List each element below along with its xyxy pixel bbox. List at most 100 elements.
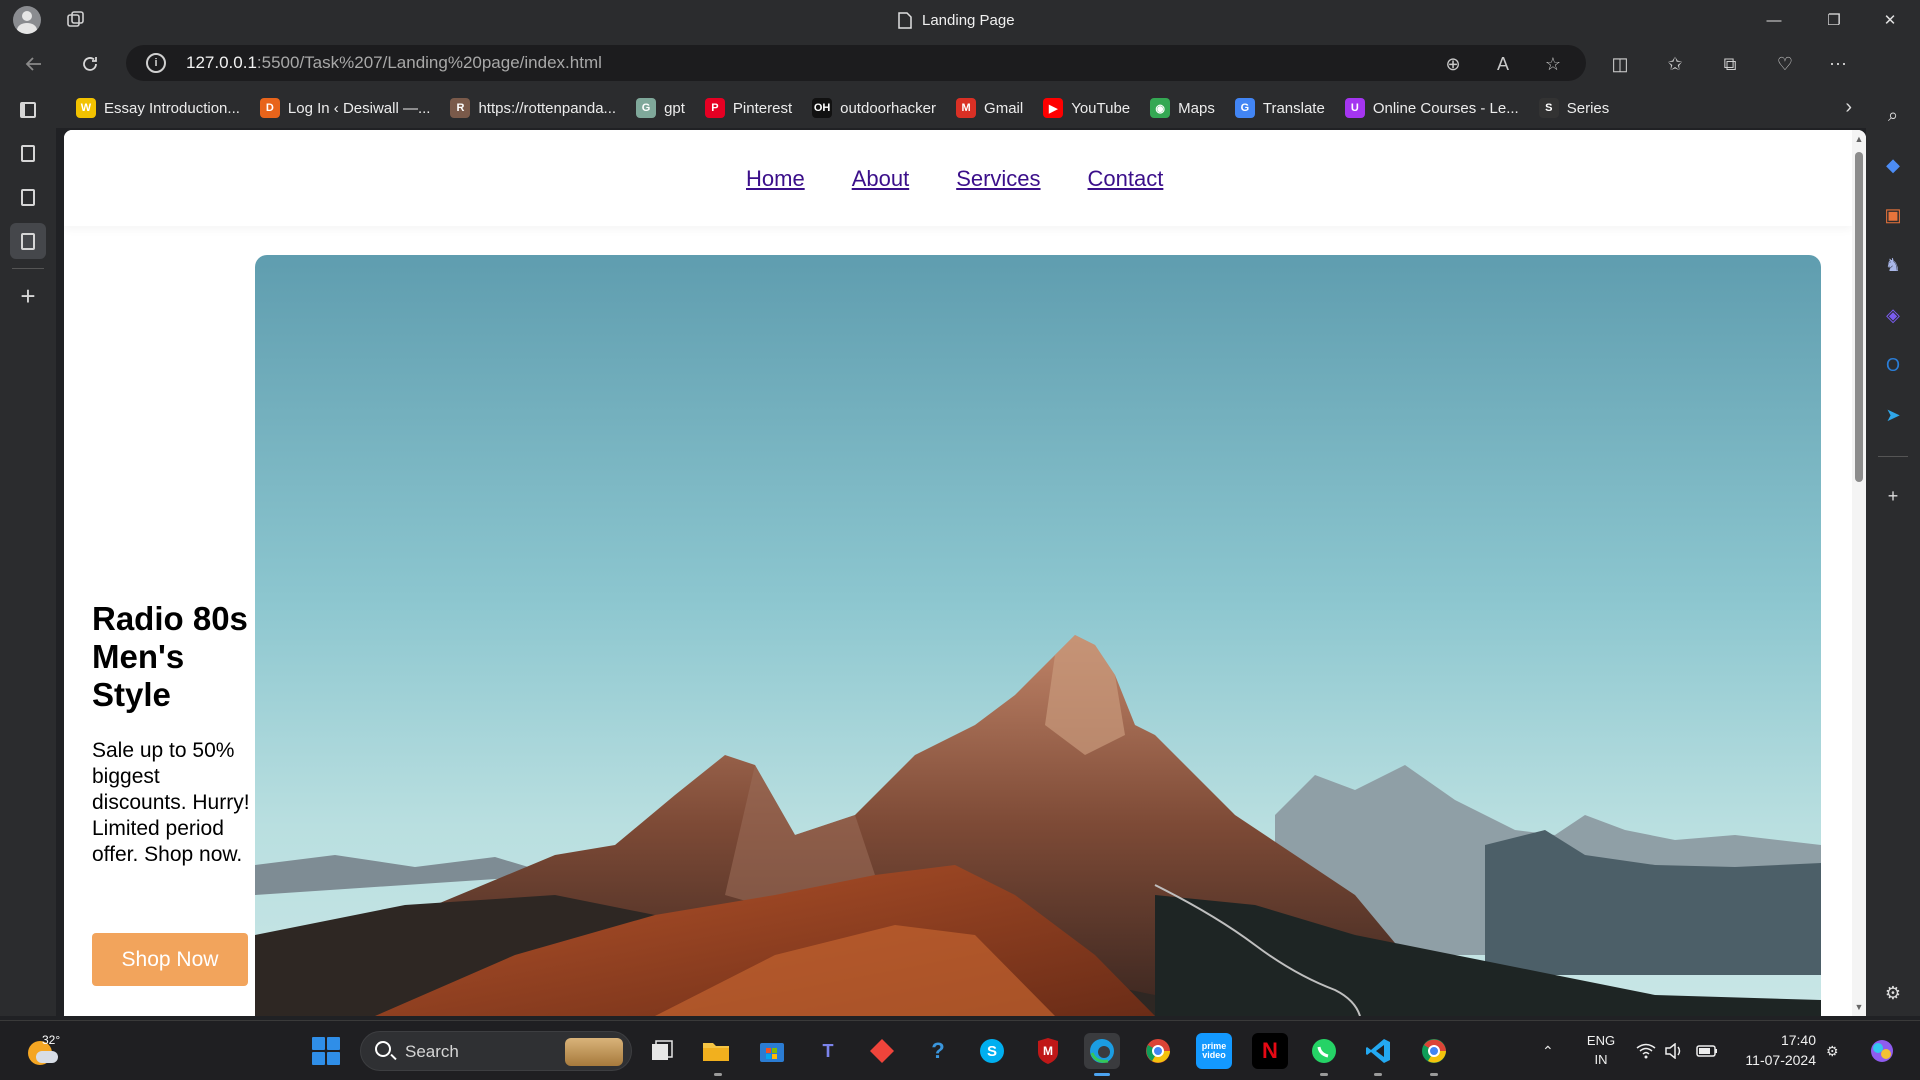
tab-1[interactable] [10,135,46,171]
read-aloud-icon[interactable]: A [1492,53,1514,75]
bookmark-item[interactable]: ◉ Maps [1150,98,1215,118]
bookmarks-bar: W Essay Introduction... D Log In ‹ Desiwall… [56,88,1866,128]
page-icon [21,232,35,250]
restore-button[interactable]: ❐ [1804,0,1864,40]
volume-icon[interactable] [1664,1021,1684,1080]
refresh-icon [83,57,97,71]
more-menu-icon[interactable]: ⋯ [1826,52,1850,76]
url-text[interactable]: 127.0.0.1:5500/Task%207/Landing%20page/i… [186,45,602,81]
bookmark-favicon-icon: ◉ [1150,98,1171,118]
bookmark-label: Online Courses - Le... [1372,99,1519,117]
windows-logo-pane [327,1052,340,1065]
shop-now-button[interactable]: Shop Now [92,933,248,986]
bookmark-label: Pinterest [732,99,793,117]
copilot-preview-icon[interactable] [1868,1021,1896,1080]
input-language[interactable]: ENG IN [1584,1031,1618,1069]
windows-logo-pane [312,1052,325,1065]
close-button[interactable]: ✕ [1860,0,1920,40]
bookmark-item[interactable]: Ggpt [636,98,685,118]
games-icon[interactable]: ♞ [1880,252,1906,278]
bookmark-favicon-icon: D [259,98,280,118]
notifications-icon[interactable]: ⚙ [1826,1021,1839,1080]
outlook-icon[interactable]: O [1880,352,1906,378]
mcafee-icon[interactable]: M [1030,1033,1066,1069]
whatsapp-icon[interactable] [1306,1033,1342,1069]
back-button[interactable] [18,48,50,80]
nav-link-services[interactable]: Services [956,166,1040,192]
bookmark-favicon-icon: P [704,98,725,118]
shopping-tag-icon[interactable]: ◆ [1880,152,1906,178]
refresh-button[interactable] [74,48,106,80]
hero-title: Radio 80s Men's Style [92,600,248,713]
collections-icon[interactable]: ⧉ [1718,52,1742,76]
taskbar-search[interactable]: Search [360,1031,632,1071]
copilot-sidebar-icon[interactable]: ◈ [1880,302,1906,328]
favorites-icon[interactable]: ✩ [1663,52,1687,76]
bookmark-item[interactable]: Rhttps://rottenpanda... [450,98,616,118]
wifi-icon[interactable] [1636,1021,1656,1080]
tools-briefcase-icon[interactable]: ▣ [1880,202,1906,228]
bookmark-item[interactable]: G Translate [1234,98,1325,118]
netflix-icon[interactable]: N [1252,1033,1288,1069]
window-title: Landing Page [922,11,1015,29]
start-button[interactable] [312,1037,340,1065]
nav-link-about[interactable]: About [852,166,910,192]
bookmark-item[interactable]: OH outdoorhacker [812,98,936,118]
bookmark-item[interactable]: W Essay Introduction... [76,98,240,118]
bookmark-item[interactable]: U Online Courses - Le... [1344,98,1519,118]
chrome-icon[interactable] [1140,1033,1176,1069]
address-bar[interactable]: i 127.0.0.1:5500/Task%207/Landing%20page… [126,45,1586,81]
edge-icon[interactable] [1084,1033,1120,1069]
scroll-up-icon[interactable]: ▲ [1854,134,1864,144]
chrome-profile-icon[interactable] [1416,1033,1452,1069]
vscode-icon[interactable] [1360,1033,1396,1069]
clock-date: 11-07-2024 [1745,1052,1816,1068]
split-screen-icon[interactable]: ◫ [1608,52,1632,76]
svg-text:M: M [1043,1044,1053,1058]
bookmark-label: gpt [664,99,685,117]
nav-link-home[interactable]: Home [746,166,805,192]
teams-icon[interactable]: T [810,1033,846,1069]
bookmark-item[interactable]: ▶ YouTube [1043,98,1130,118]
add-sidebar-app-icon[interactable]: + [1880,483,1906,509]
prime-video-icon[interactable]: prime video [1196,1033,1232,1069]
running-indicator [1320,1073,1328,1076]
tab-3-active[interactable] [10,223,46,259]
site-navbar: Home About Services Contact [64,130,1852,226]
tab-actions-button[interactable] [10,92,46,128]
region-code: IN [1594,1052,1608,1067]
anydesk-icon[interactable] [864,1033,900,1069]
page-scrollbar[interactable]: ▲ ▼ [1852,130,1866,1016]
tab-2[interactable] [10,179,46,215]
help-icon[interactable]: ? [920,1033,956,1069]
show-hidden-icons-chevron-icon[interactable]: ⌃ [1542,1021,1554,1080]
system-clock[interactable]: 17:40 11-07-2024 [1736,1030,1816,1070]
zoom-icon[interactable]: ⊕ [1442,53,1464,75]
bookmark-item[interactable]: D Log In ‹ Desiwall —... [259,98,430,118]
site-info-icon[interactable]: i [146,53,166,73]
nav-link-contact[interactable]: Contact [1088,166,1164,192]
weather-widget[interactable]: 32° [24,1033,60,1069]
search-icon[interactable]: ⌕ [1880,102,1906,128]
skype-icon[interactable]: S [974,1033,1010,1069]
new-tab-button[interactable]: + [10,278,46,314]
send-icon[interactable]: ➤ [1880,402,1906,428]
workspaces-icon[interactable] [66,10,86,30]
favorite-star-icon[interactable]: ☆ [1542,53,1564,75]
bookmark-item[interactable]: M Gmail [956,98,1023,118]
search-icon [375,1041,391,1057]
bookmark-item[interactable]: S Series [1538,98,1609,118]
scrollbar-thumb[interactable] [1855,152,1863,482]
bookmark-item[interactable]: P Pinterest [704,98,793,118]
browser-essentials-icon[interactable]: ♡ [1773,52,1797,76]
microsoft-store-icon[interactable] [754,1033,790,1069]
weather-temp: 32° [42,1033,61,1047]
scroll-down-icon[interactable]: ▼ [1854,1002,1864,1012]
task-view-icon[interactable] [644,1033,680,1069]
minimize-button[interactable]: — [1744,0,1804,40]
chevron-right-icon[interactable]: › [1845,96,1852,119]
profile-avatar[interactable] [13,6,41,34]
settings-gear-icon[interactable]: ⚙ [1880,980,1906,1006]
file-explorer-icon[interactable] [698,1033,734,1069]
battery-icon[interactable] [1696,1021,1718,1080]
